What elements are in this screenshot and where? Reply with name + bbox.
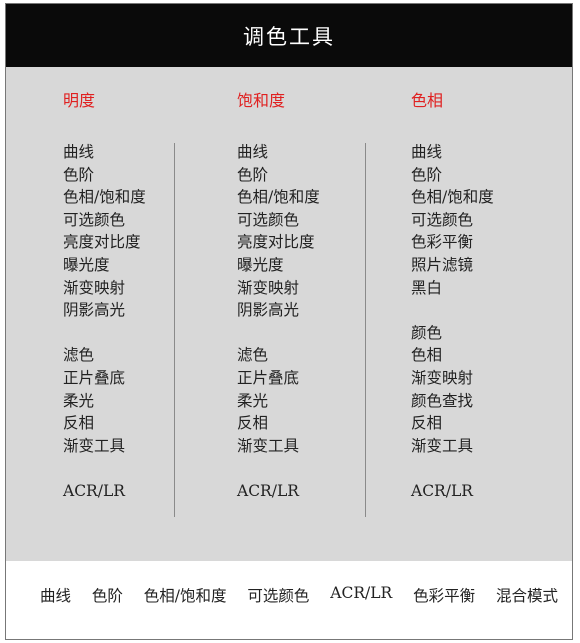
header-bar: 调色工具	[6, 4, 572, 67]
list-item: 色相	[411, 346, 443, 365]
column-divider	[174, 143, 175, 517]
column-divider	[365, 143, 366, 517]
list-item: 可选颜色	[63, 210, 126, 229]
list-item: 阴影高光	[63, 301, 126, 320]
list-item: 渐变映射	[237, 278, 300, 297]
list-item: 颜色查找	[411, 391, 474, 410]
list-item: 曲线	[63, 143, 95, 161]
column-list-hue: 曲线色阶色相/饱和度 可选颜色色彩平衡照片滤镜黑白颜色色相渐变映射颜色查找反相渐变…	[411, 141, 494, 503]
list-item: 滤色	[63, 346, 95, 365]
list-spacer	[411, 457, 494, 480]
list-item: 渐变映射	[411, 368, 474, 387]
list-item: 照片滤镜	[411, 255, 474, 274]
list-item: 亮度对比度	[237, 233, 315, 252]
list-spacer	[63, 457, 146, 480]
column-list-saturation: 曲线色阶色相/饱和度 可选颜色亮度对比度曝光度渐变映射阴影高光滤色正片叠底柔光反相…	[237, 141, 320, 503]
footer-item: 色彩平衡	[413, 587, 476, 605]
list-spacer	[237, 457, 320, 480]
list-item: 正片叠底	[63, 368, 126, 387]
list-item: 可选颜色	[237, 210, 300, 229]
list-item: 曲线	[237, 143, 269, 161]
list-item: 可选颜色	[411, 210, 474, 229]
footer-item: 曲线	[40, 587, 72, 605]
list-item: 色相/饱和度	[63, 188, 146, 207]
footer-item: 混合模式	[495, 587, 558, 605]
list-item: ACR/LR	[237, 481, 299, 500]
list-item: 渐变工具	[237, 436, 300, 455]
footer-item: ACR/LR	[330, 584, 393, 602]
list-item: 色相/饱和度	[237, 188, 320, 207]
list-item: 柔光	[237, 391, 269, 410]
list-item: ACR/LR	[63, 481, 125, 500]
column-title-hue: 色相	[411, 91, 444, 110]
list-spacer	[411, 299, 494, 322]
list-item: 曲线	[411, 143, 443, 161]
footer-bar: 曲线 色阶 色相/饱和度 可选颜色 ACR/LR 色彩平衡 混合模式	[6, 561, 572, 639]
list-item: 渐变工具	[411, 436, 474, 455]
list-spacer	[237, 322, 320, 345]
list-item: 亮度对比度	[63, 233, 141, 252]
list-item: 黑白	[411, 278, 443, 297]
list-item: 色相/饱和度	[411, 188, 494, 207]
list-item: 正片叠底	[237, 368, 300, 387]
list-item: 渐变映射	[63, 278, 126, 297]
list-item: 反相	[411, 414, 443, 433]
column-list-lightness: 曲线色阶色相/饱和度 可选颜色亮度对比度曝光度渐变映射阴影高光滤色正片叠底柔光反相…	[63, 141, 146, 503]
list-item: 颜色	[411, 323, 443, 342]
list-item: 渐变工具	[63, 436, 126, 455]
footer-item: 色相/饱和度	[143, 587, 227, 605]
list-item: 曝光度	[63, 255, 110, 274]
list-item: ACR/LR	[411, 481, 473, 500]
list-item: 反相	[63, 414, 95, 433]
tool-card: 调色工具 明度 曲线 色阶 色相/饱和度 可选颜色 亮度对比度 曝光度 渐变映射 阴影高光 滤色…	[5, 3, 573, 640]
column-title-lightness: 明度	[63, 91, 96, 110]
list-item: 曝光度	[237, 255, 284, 274]
list-item: 滤色	[237, 346, 269, 365]
list-spacer	[63, 322, 146, 345]
list-item: 色阶	[237, 165, 269, 184]
footer-item: 色阶	[91, 587, 123, 605]
footer-tool-list: 曲线 色阶 色相/饱和度 可选颜色 ACR/LR 色彩平衡 混合模式	[40, 584, 558, 606]
list-item: 柔光	[63, 391, 95, 410]
list-item: 色阶	[411, 165, 443, 184]
list-item: 反相	[237, 414, 269, 433]
list-item: 色彩平衡	[411, 233, 474, 252]
page-title: 调色工具	[243, 24, 335, 49]
list-item: 色阶	[63, 165, 95, 184]
column-title-saturation: 饱和度	[237, 91, 286, 110]
footer-item: 可选颜色	[247, 587, 310, 605]
list-item: 阴影高光	[237, 301, 300, 320]
tool-panel: 明度 曲线 色阶 色相/饱和度 可选颜色 亮度对比度 曝光度 渐变映射 阴影高光 滤色 正片叠底柔…	[6, 67, 572, 561]
